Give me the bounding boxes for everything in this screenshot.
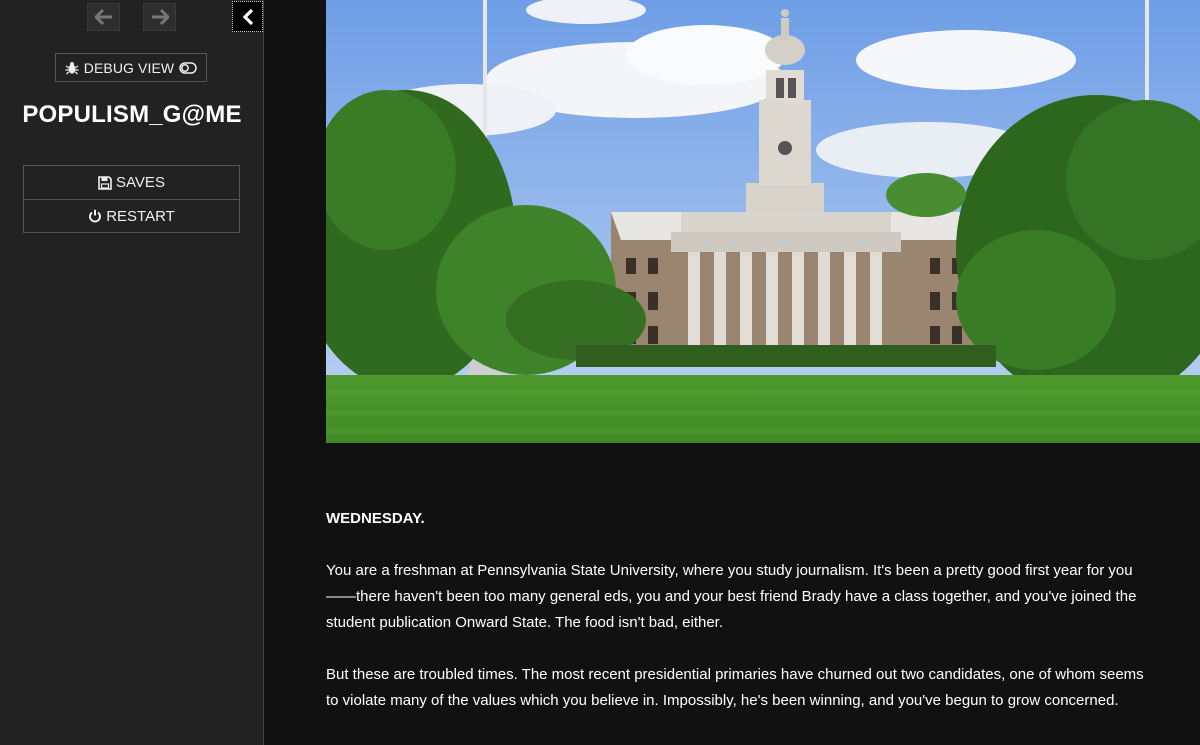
story-passage: WEDNESDAY. You are a freshman at Pennsyl… [326, 506, 1146, 740]
debug-view-label: DEBUG VIEW [83, 59, 175, 76]
sidebar: DEBUG VIEW POPULISM_G@ME SAVES RESTART [0, 0, 264, 745]
story-title: POPULISM_G@ME [22, 101, 242, 128]
passage-paragraph: But these are troubled times. The most r… [326, 666, 1144, 709]
saves-button[interactable]: SAVES [24, 166, 239, 199]
arrow-left-icon [94, 9, 112, 25]
passage-paragraph: You are a freshman at Pennsylvania State… [326, 562, 1137, 631]
toggle-off-icon [179, 61, 197, 74]
chevron-left-icon [242, 8, 253, 25]
history-back-button[interactable] [87, 3, 120, 31]
passage-day-heading: WEDNESDAY. [326, 510, 425, 527]
old-main-building-photo [326, 0, 1200, 443]
bug-icon [65, 61, 79, 74]
sidebar-collapse-button[interactable] [232, 1, 263, 32]
history-forward-button[interactable] [143, 3, 176, 31]
sidebar-menu: SAVES RESTART [23, 165, 240, 233]
power-icon [89, 209, 102, 223]
story-area: WEDNESDAY. You are a freshman at Pennsyl… [264, 0, 1200, 745]
floppy-disk-icon [98, 175, 112, 190]
debug-view-toggle[interactable]: DEBUG VIEW [55, 53, 207, 82]
restart-label: RESTART [106, 207, 175, 225]
restart-button[interactable]: RESTART [24, 199, 239, 232]
history-controls [87, 3, 176, 31]
arrow-right-icon [151, 9, 169, 25]
saves-label: SAVES [116, 174, 165, 191]
